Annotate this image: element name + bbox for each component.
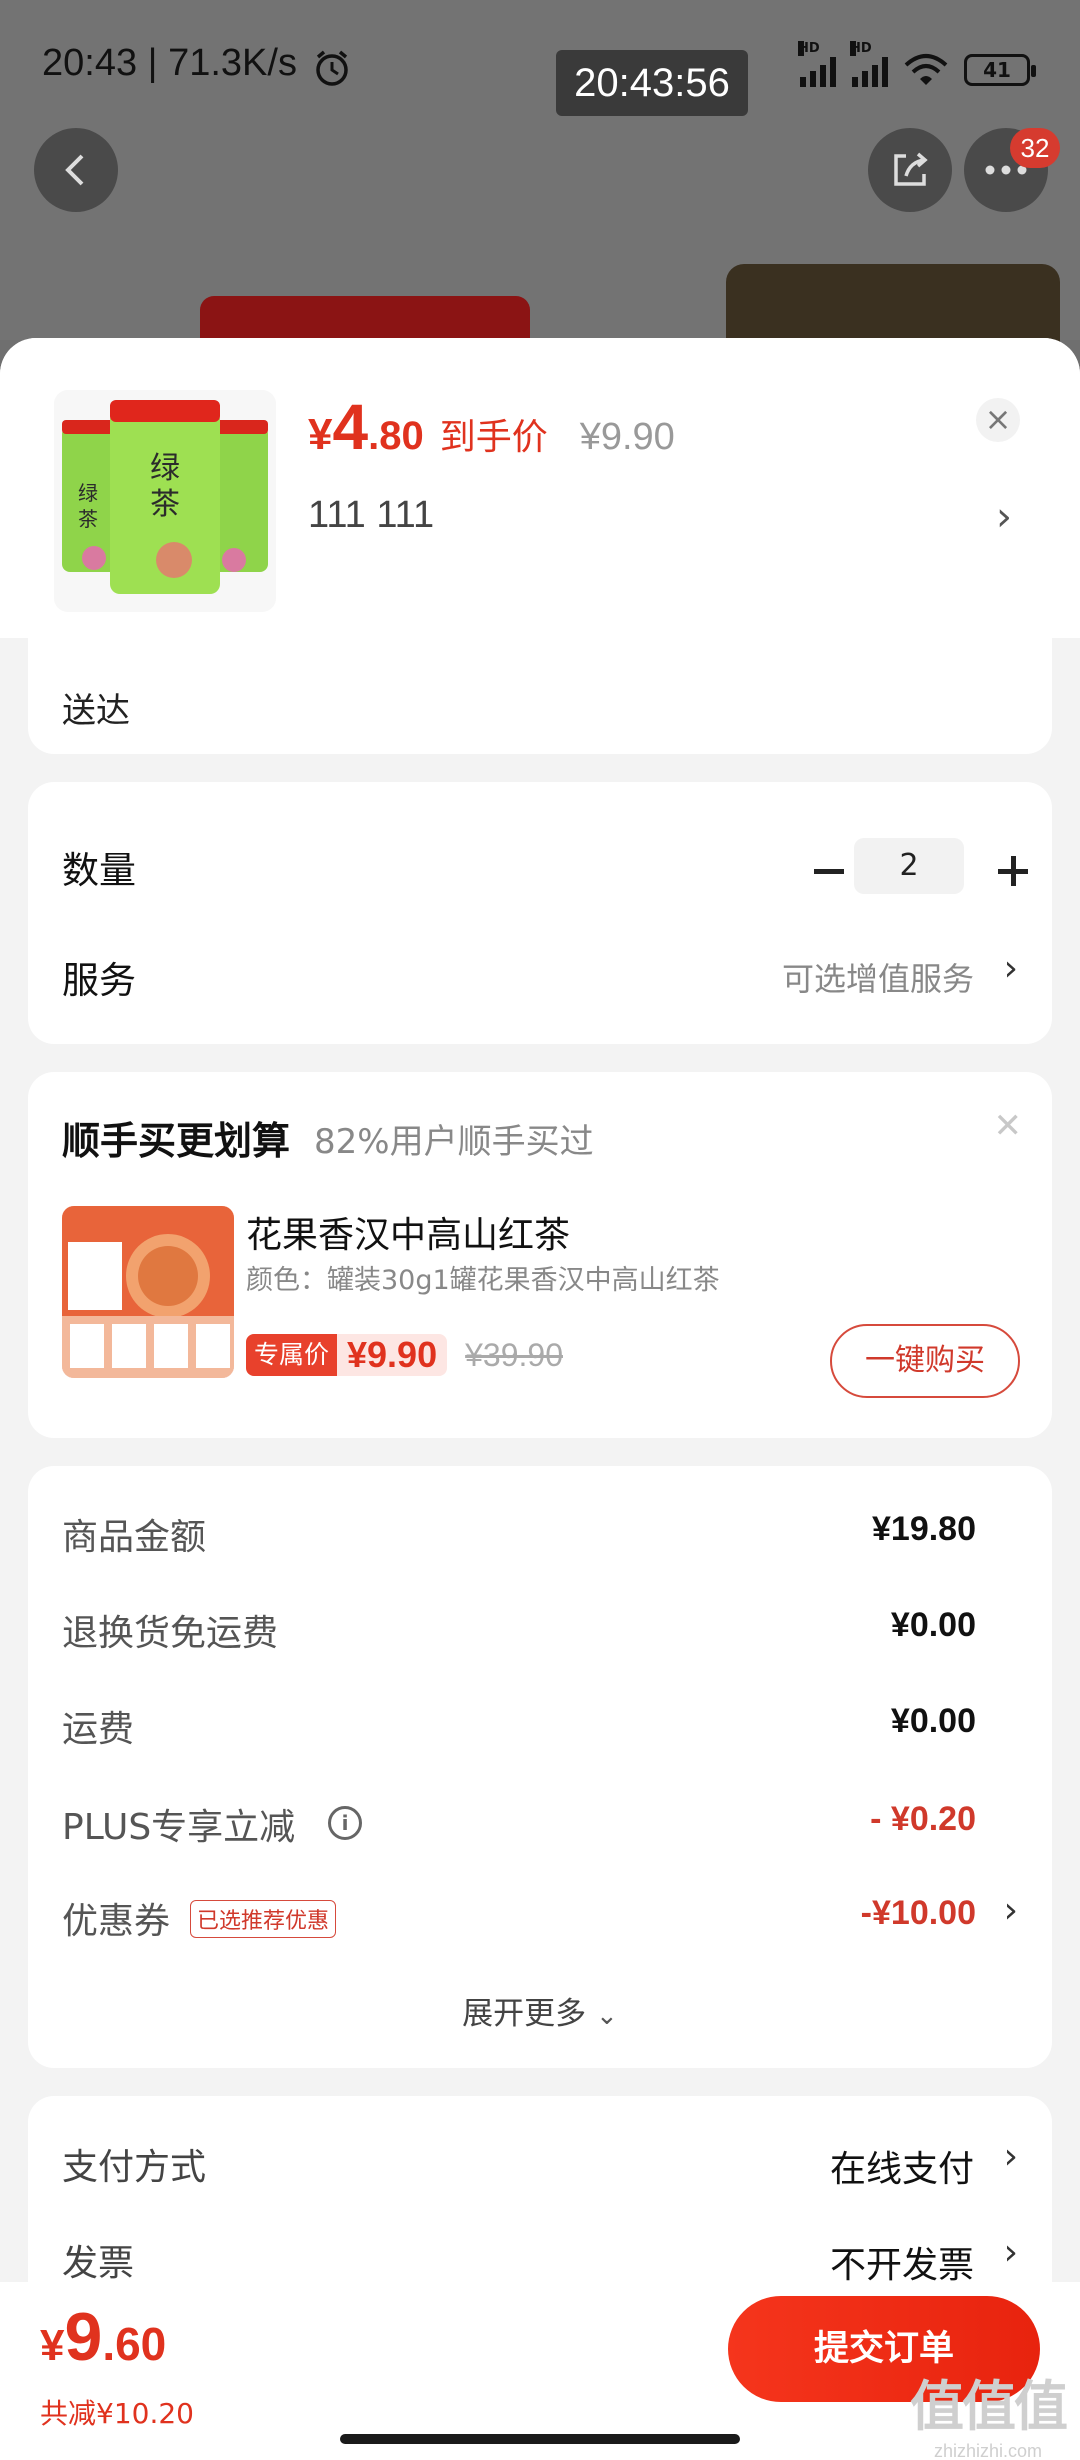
invoice-value[interactable]: 不开发票 — [830, 2236, 974, 2288]
watermark-url: zhizhizhi.com — [933, 2441, 1043, 2460]
black-tea-image — [62, 1206, 234, 1378]
message-badge: 32 — [1010, 128, 1060, 168]
addon-card: 顺手买更划算 82%用户顺手买过 ✕ 花果香汉中高山红茶 颜色：罐装30g1罐花… — [28, 1072, 1052, 1438]
addon-subtitle: 82%用户顺手买过 — [314, 1122, 594, 1162]
price-label: 到手价 — [439, 417, 548, 458]
fee-label: 优惠券 — [62, 1901, 171, 1942]
svg-text:茶: 茶 — [78, 507, 98, 531]
chevron-right-icon[interactable]: › — [1004, 1890, 1018, 1931]
exclusive-price-tag: 专属价 — [246, 1334, 338, 1376]
price-decimal: .80 — [368, 414, 424, 458]
status-bar: 20:43 | 71.3K/s 20:43:56 HD HD 41 — [0, 0, 1080, 130]
close-icon[interactable]: ✕ — [994, 1106, 1023, 1146]
svg-text:绿: 绿 — [78, 481, 98, 505]
close-button[interactable]: × — [976, 398, 1020, 442]
total-symbol: ¥ — [40, 2321, 65, 2370]
original-price: ¥9.90 — [579, 416, 675, 458]
wifi-icon — [904, 54, 948, 85]
watermark: 值值值 zhizhizhi.com — [910, 2362, 1068, 2460]
hd-label: HD — [798, 41, 820, 56]
fee-summary-card: 商品金额 ¥19.80 退换货免运费 ¥0.00 运费 ¥0.00 PLUS专享… — [28, 1466, 1052, 2068]
expand-more-label: 展开更多 — [462, 1996, 587, 2032]
quantity-input[interactable]: 2 — [854, 838, 964, 894]
share-icon — [894, 152, 928, 186]
fee-value: ¥19.80 — [872, 1510, 976, 1548]
expand-more-button[interactable]: 展开更多 ⌄ — [28, 1988, 1052, 2033]
fee-label: PLUS专享立减 — [62, 1807, 296, 1848]
fee-value: ¥0.00 — [890, 1606, 976, 1644]
chevron-right-icon[interactable]: › — [1004, 948, 1018, 989]
back-button[interactable] — [34, 128, 118, 212]
order-sheet: 绿 茶 绿 茶 ¥ 4 .80 到手价 ¥9.90 × 111 111 › 送达… — [0, 338, 1080, 2460]
svg-text:茶: 茶 — [150, 487, 180, 522]
fee-value-discount: - ¥0.20 — [870, 1800, 976, 1838]
status-icons: HD HD 41 — [798, 41, 1036, 90]
info-icon[interactable]: i — [328, 1806, 362, 1840]
hd-label-2: HD — [850, 41, 872, 56]
chevron-right-icon[interactable]: › — [1004, 2232, 1018, 2273]
sheet-header: 绿 茶 绿 茶 ¥ 4 .80 到手价 ¥9.90 × 111 111 › — [0, 338, 1080, 638]
service-label: 服务 — [62, 959, 136, 1002]
total-price: ¥ 9 .60 — [40, 2298, 166, 2376]
quantity-label: 数量 — [62, 849, 136, 892]
invoice-label: 发票 — [62, 2243, 135, 2284]
signal-icon-2: HD — [850, 41, 888, 87]
chevron-right-icon[interactable]: › — [996, 494, 1012, 540]
delivery-text: 送达 — [62, 691, 130, 731]
one-click-buy-button[interactable]: 一键购买 — [830, 1324, 1020, 1398]
product-image[interactable]: 绿 茶 绿 茶 — [54, 390, 276, 612]
addon-title: 顺手买更划算 — [62, 1119, 291, 1163]
addon-product-attr: 颜色：罐装30g1罐花果香汉中高山红茶 — [246, 1265, 720, 1296]
coupon-tag: 已选推荐优惠 — [190, 1900, 337, 1938]
svg-text:绿: 绿 — [150, 451, 180, 486]
addon-product-name[interactable]: 花果香汉中高山红茶 — [246, 1206, 570, 1258]
green-tea-cans-image: 绿 茶 绿 茶 — [54, 390, 276, 612]
watermark-logo: 值值值 — [910, 2375, 1068, 2438]
chevron-down-icon: ⌄ — [596, 2001, 618, 2031]
price-integer: 4 — [332, 391, 369, 463]
screen-record-clock: 20:43:56 — [556, 50, 748, 116]
background-page: 20:43 | 71.3K/s 20:43:56 HD HD 41 32 — [0, 0, 1080, 374]
quantity-service-card: 数量 2 服务 可选增值服务 › — [28, 782, 1052, 1044]
bottom-bar: ¥ 9 .60 共减¥10.20 提交订单 值值值 zhizhizhi.com — [0, 2282, 1080, 2460]
selected-spec[interactable]: 111 111 — [308, 494, 434, 537]
exclusive-price: ¥9.90 — [337, 1334, 448, 1376]
share-button[interactable] — [868, 128, 952, 212]
addon-price-row: 专属价 ¥9.90 ¥39.90 — [246, 1330, 563, 1380]
price-symbol: ¥ — [308, 410, 333, 459]
coupon-value[interactable]: -¥10.00 — [861, 1894, 976, 1933]
total-decimal: .60 — [102, 2318, 167, 2370]
total-saved: 共减¥10.20 — [40, 2397, 194, 2430]
quantity-increment-button[interactable] — [994, 852, 1034, 892]
quantity-decrement-button[interactable] — [810, 852, 850, 892]
payment-value[interactable]: 在线支付 — [830, 2140, 974, 2192]
signal-icon: HD — [798, 41, 836, 87]
payment-label: 支付方式 — [62, 2147, 207, 2188]
fee-label: 运费 — [62, 1709, 135, 1750]
addon-product-image[interactable] — [62, 1206, 234, 1378]
product-price: ¥ 4 .80 到手价 ¥9.90 — [308, 390, 675, 464]
chevron-right-icon[interactable]: › — [1004, 2136, 1018, 2177]
battery-icon: 41 — [964, 54, 1036, 86]
fee-label: 退换货免运费 — [62, 1613, 279, 1654]
close-icon: × — [984, 400, 1012, 438]
total-integer: 9 — [64, 2299, 103, 2375]
fee-value: ¥0.00 — [890, 1702, 976, 1740]
alarm-icon — [316, 50, 348, 86]
addon-original-price: ¥39.90 — [465, 1336, 563, 1373]
home-indicator[interactable] — [340, 2434, 740, 2444]
fee-label: 商品金额 — [62, 1517, 207, 1558]
service-value[interactable]: 可选增值服务 — [782, 954, 974, 1000]
status-time-speed: 20:43 | 71.3K/s — [42, 42, 297, 84]
chevron-left-icon — [65, 154, 84, 186]
